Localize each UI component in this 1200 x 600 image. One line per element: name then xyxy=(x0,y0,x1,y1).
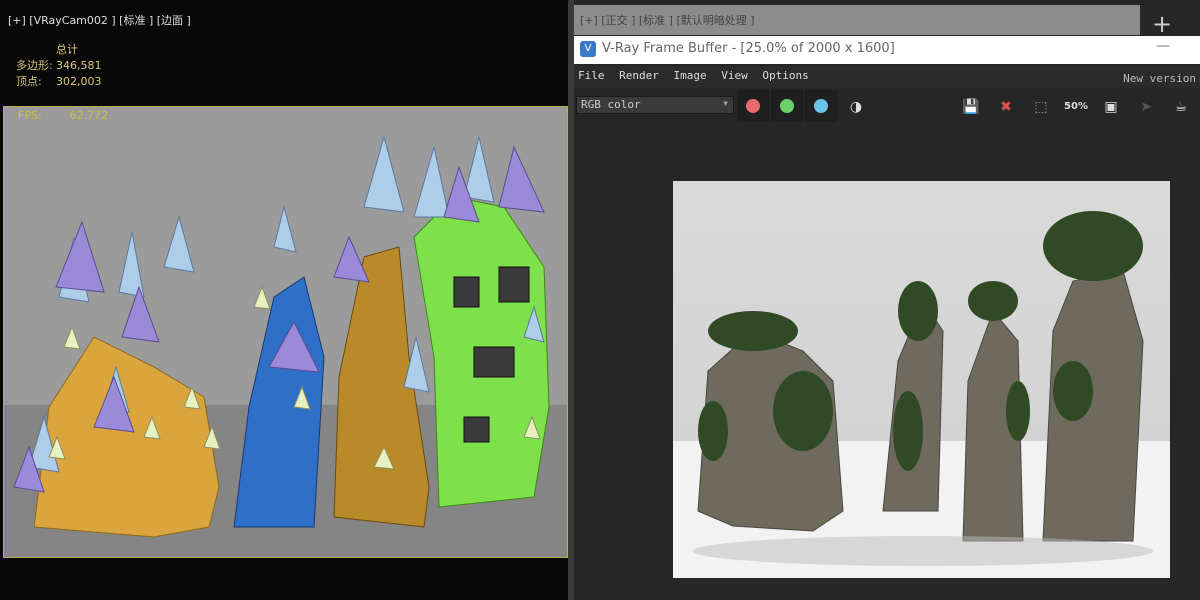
create-plus-icon[interactable]: + xyxy=(1152,10,1172,38)
green-dot-icon xyxy=(780,99,794,113)
vfb-toolbar: RGB color ▼ ◑ 💾 ✖ ⬚ 50% ▣ ➤ ☕ xyxy=(574,90,1200,122)
vertices-value: 302,003 xyxy=(56,75,102,88)
menu-render[interactable]: Render xyxy=(615,66,663,85)
channel-select[interactable]: RGB color ▼ xyxy=(576,96,734,114)
vfb-titlebar[interactable]: V V-Ray Frame Buffer - [25.0% of 2000 x … xyxy=(574,36,1200,64)
red-dot-icon xyxy=(746,99,760,113)
render-teapot-icon[interactable]: ☕ xyxy=(1169,96,1193,118)
stats-header: 总计 xyxy=(56,43,78,56)
minimize-button[interactable]: — xyxy=(1156,38,1170,54)
frame-icon[interactable]: ▣ xyxy=(1099,96,1123,118)
menu-options[interactable]: Options xyxy=(758,66,812,85)
cursor-icon[interactable]: ➤ xyxy=(1134,96,1158,118)
polygons-value: 346,581 xyxy=(56,59,102,72)
chevron-down-icon: ▼ xyxy=(723,99,728,108)
green-channel-button[interactable] xyxy=(771,90,803,122)
vfb-menubar: File Render Image View Options New versi… xyxy=(574,66,1200,88)
zoom-icon[interactable]: 50% xyxy=(1064,96,1088,118)
new-version-link[interactable]: New version xyxy=(1119,69,1200,88)
right-panel: [+] [正交 ] [标准 ] [默认明暗处理 ] + V V-Ray Fram… xyxy=(574,0,1200,600)
menu-file[interactable]: File xyxy=(574,66,609,85)
vertices-label: 顶点: xyxy=(16,75,42,88)
menu-image[interactable]: Image xyxy=(670,66,711,85)
blue-dot-icon xyxy=(814,99,828,113)
vfb-title: V-Ray Frame Buffer - [25.0% of 2000 x 16… xyxy=(602,41,895,56)
viewport-stats: 总计 多边形: 346,581 顶点: 302,003 xyxy=(16,42,102,90)
clear-icon[interactable]: ✖ xyxy=(994,96,1018,118)
viewport-label[interactable]: [+] [VRayCam002 ] [标准 ] [边面 ] xyxy=(8,12,191,28)
polygons-label: 多边形: xyxy=(16,59,53,72)
blue-channel-button[interactable] xyxy=(805,90,837,122)
perspective-viewport-panel[interactable]: [+] [VRayCam002 ] [标准 ] [边面 ] 总计 多边形: 346… xyxy=(0,0,570,600)
top-viewport-label[interactable]: [+] [正交 ] [标准 ] [默认明暗处理 ] xyxy=(574,5,1140,35)
wireframe-models xyxy=(13,135,550,538)
alpha-channel-icon[interactable]: ◑ xyxy=(844,96,868,118)
save-icon[interactable]: 💾 xyxy=(959,96,983,118)
viewport-canvas[interactable]: FPS: 62.772 xyxy=(3,106,568,558)
region-select-icon[interactable]: ⬚ xyxy=(1029,96,1053,118)
rendered-image xyxy=(673,181,1170,578)
red-channel-button[interactable] xyxy=(737,90,769,122)
vray-logo-icon: V xyxy=(580,41,596,57)
render-scene xyxy=(673,181,1170,578)
menu-view[interactable]: View xyxy=(717,66,752,85)
